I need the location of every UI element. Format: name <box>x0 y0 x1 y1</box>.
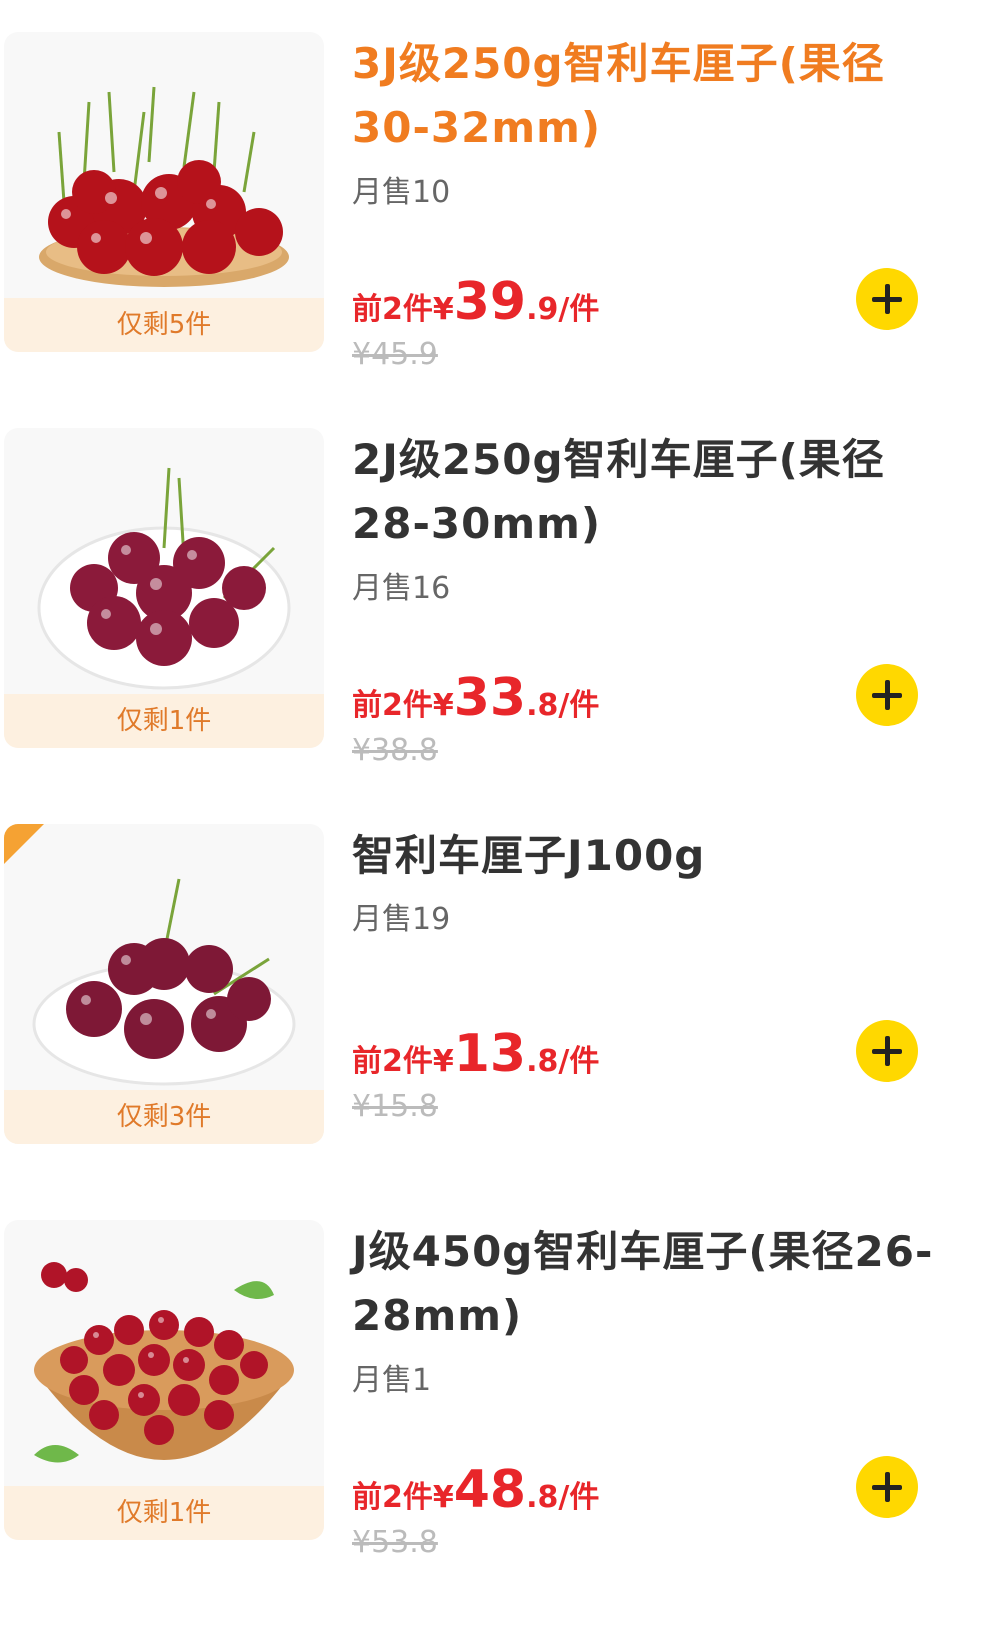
product-image[interactable]: 仅剩1件 <box>4 428 324 748</box>
price-label: 前2件¥33.8/件 <box>352 668 599 728</box>
price-decimal: .8/件 <box>526 1044 600 1079</box>
product-card[interactable]: 仅剩1件 J级450g智利车厘子(果径26-28mm) 月售1 前2件¥48.8… <box>0 1220 986 1610</box>
price-integer: 33 <box>453 668 527 728</box>
stock-badge: 仅剩3件 <box>4 1090 324 1144</box>
product-title[interactable]: 3J级250g智利车厘子(果径30-32mm) <box>352 32 962 160</box>
original-price: ¥38.8 <box>352 733 438 768</box>
add-to-cart-button[interactable] <box>856 664 918 726</box>
add-to-cart-button[interactable] <box>856 268 918 330</box>
product-card[interactable]: 仅剩3件 智利车厘子J100g 月售19 前2件¥13.8/件 ¥15.8 <box>0 824 986 1214</box>
price-label: 前2件¥39.9/件 <box>352 272 599 332</box>
product-card[interactable]: 仅剩5件 3J级250g智利车厘子(果径30-32mm) 月售10 前2件¥39… <box>0 32 986 422</box>
product-image[interactable]: 仅剩5件 <box>4 32 324 352</box>
monthly-sales: 月售19 <box>352 902 451 937</box>
price-prefix: 前2件¥ <box>352 688 454 723</box>
original-price: ¥45.9 <box>352 337 438 372</box>
price-integer: 13 <box>453 1024 527 1084</box>
price-decimal: .8/件 <box>526 1480 600 1515</box>
product-title[interactable]: J级450g智利车厘子(果径26-28mm) <box>352 1220 962 1348</box>
original-price: ¥15.8 <box>352 1089 438 1124</box>
stock-badge: 仅剩1件 <box>4 1486 324 1540</box>
stock-badge: 仅剩5件 <box>4 298 324 352</box>
monthly-sales: 月售16 <box>352 571 451 606</box>
product-title[interactable]: 2J级250g智利车厘子(果径28-30mm) <box>352 428 962 556</box>
price-decimal: .9/件 <box>526 292 600 327</box>
product-title[interactable]: 智利车厘子J100g <box>352 824 962 888</box>
price-label: 前2件¥48.8/件 <box>352 1460 599 1520</box>
price-integer: 48 <box>453 1460 527 1520</box>
original-price: ¥53.8 <box>352 1525 438 1560</box>
product-image[interactable]: 仅剩3件 <box>4 824 324 1144</box>
stock-badge: 仅剩1件 <box>4 694 324 748</box>
promo-corner-tag <box>4 824 44 864</box>
product-image[interactable]: 仅剩1件 <box>4 1220 324 1540</box>
product-card[interactable]: 仅剩1件 2J级250g智利车厘子(果径28-30mm) 月售16 前2件¥33… <box>0 428 986 818</box>
price-decimal: .8/件 <box>526 688 600 723</box>
add-to-cart-button[interactable] <box>856 1456 918 1518</box>
price-prefix: 前2件¥ <box>352 292 454 327</box>
price-prefix: 前2件¥ <box>352 1044 454 1079</box>
add-to-cart-button[interactable] <box>856 1020 918 1082</box>
monthly-sales: 月售1 <box>352 1363 432 1398</box>
price-label: 前2件¥13.8/件 <box>352 1024 599 1084</box>
price-prefix: 前2件¥ <box>352 1480 454 1515</box>
price-integer: 39 <box>453 272 527 332</box>
monthly-sales: 月售10 <box>352 175 451 210</box>
